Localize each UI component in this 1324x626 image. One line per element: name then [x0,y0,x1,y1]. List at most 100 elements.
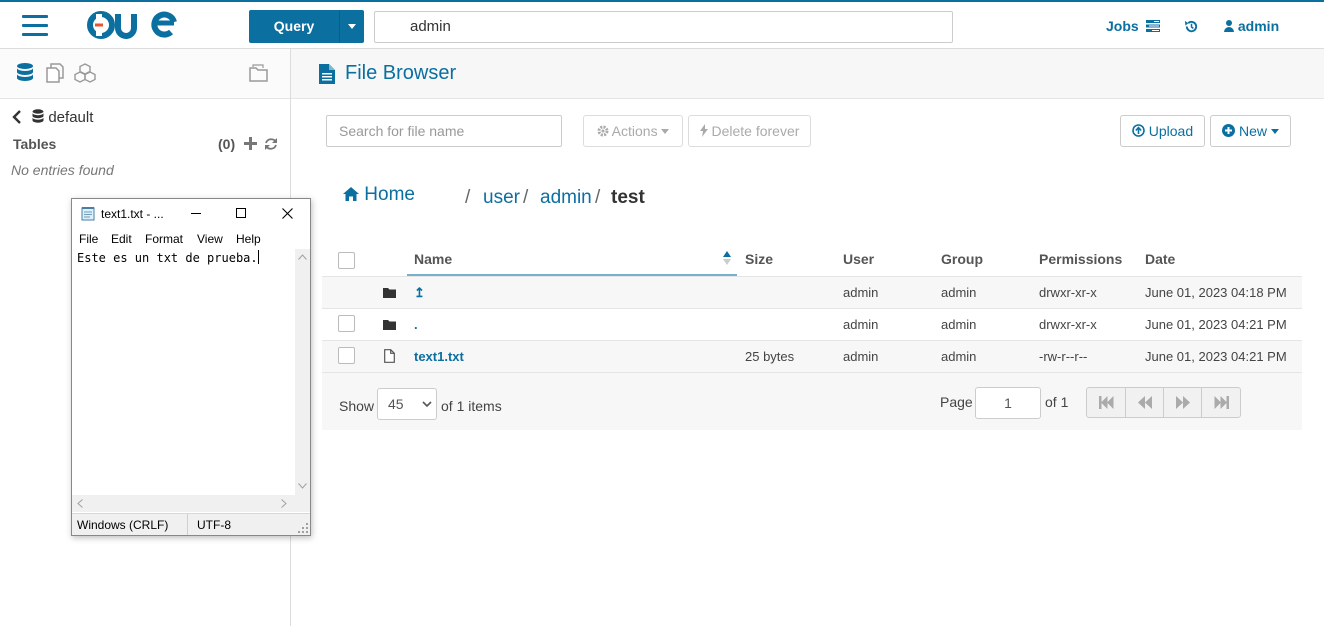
backward-icon [1138,396,1152,409]
add-icon[interactable] [244,137,257,150]
previous-page-button[interactable] [1126,388,1164,417]
no-entries-text: No entries found [11,162,114,178]
close-icon[interactable] [282,208,293,219]
breadcrumb-home[interactable]: Home [343,184,415,206]
hamburger-menu-icon[interactable] [22,15,48,36]
file-date: June 01, 2023 04:18 PM [1145,285,1287,300]
user-icon [1224,20,1234,32]
top-search-input[interactable]: admin [374,11,953,43]
tables-heading: Tables [13,136,57,152]
new-button[interactable]: New [1210,115,1291,147]
query-dropdown-toggle[interactable] [339,10,364,43]
column-name[interactable]: Name [414,251,452,267]
page-size-value: 45 [388,396,404,412]
minimize-icon[interactable] [191,213,201,215]
maximize-icon[interactable] [236,208,246,218]
menu-help[interactable]: Help [236,232,261,246]
delete-forever-button[interactable]: Delete forever [688,115,811,147]
user-name: admin [1237,18,1280,34]
resize-grip-icon[interactable] [298,523,308,533]
notepad-menubar: File Edit Format View Help [72,229,310,249]
database-name: default [48,109,94,126]
actions-button[interactable]: Actions [583,115,683,147]
show-label: Show [339,398,375,414]
menu-view[interactable]: View [197,232,223,246]
last-page-button[interactable] [1202,388,1240,417]
column-user[interactable]: User [843,251,874,267]
query-button[interactable]: Query [249,10,364,43]
page-size-select[interactable]: 45 [377,388,437,420]
file-table-header: Name Size User Group Permissions Date [322,244,1302,276]
menu-format[interactable]: Format [145,232,183,246]
actions-label: Actions [611,123,658,139]
file-name-link[interactable]: text1.txt [414,349,464,364]
file-user: admin [843,317,879,332]
file-permissions: -rw-r--r-- [1039,349,1088,364]
file-text-icon [319,64,335,84]
notepad-titlebar[interactable]: text1.txt - ... [72,199,310,229]
column-group[interactable]: Group [941,251,983,267]
upload-label: Upload [1148,123,1194,139]
vertical-scrollbar[interactable] [295,249,310,495]
notepad-text-area[interactable]: Este es un txt de prueba. [72,249,295,495]
chevron-left-icon[interactable] [12,110,22,124]
file-name-link[interactable]: . [414,317,418,332]
next-page-button[interactable] [1164,388,1202,417]
scroll-right-icon[interactable] [281,499,287,508]
scroll-left-icon[interactable] [77,499,83,508]
menu-file[interactable]: File [79,232,98,246]
file-date: June 01, 2023 04:21 PM [1145,317,1287,332]
table-row[interactable]: text1.txt 25 bytes admin admin -rw-r--r-… [322,340,1302,372]
file-search-input[interactable]: Search for file name [326,115,562,147]
folder-open-icon[interactable] [248,62,270,84]
notepad-window[interactable]: text1.txt - ... File Edit Format View He… [71,198,311,536]
folder-icon [383,320,396,330]
row-checkbox[interactable] [338,347,355,364]
menu-edit[interactable]: Edit [111,232,132,246]
file-permissions: drwxr-xr-x [1039,317,1097,332]
tasks-icon[interactable] [1146,20,1160,32]
breadcrumb-separator: / [595,187,601,208]
table-row[interactable]: ↥ admin admin drwxr-xr-x June 01, 2023 0… [322,276,1302,308]
status-divider [187,514,188,535]
gear-icon [597,125,609,137]
top-navbar: Query admin Jobs admin [0,0,1324,49]
file-group: admin [941,285,977,300]
page-number-input[interactable]: 1 [975,387,1041,419]
file-size: 25 bytes [745,349,795,364]
jobs-link[interactable]: Jobs [1106,18,1139,34]
breadcrumb-admin[interactable]: admin [540,187,592,209]
sort-icon[interactable] [722,250,732,266]
database-icon[interactable] [14,62,36,84]
database-small-icon [32,109,44,123]
history-icon[interactable] [1184,19,1199,34]
arrow-circle-up-icon [1132,124,1145,137]
page-title: File Browser [345,62,457,84]
row-checkbox[interactable] [338,315,355,332]
cubes-icon[interactable] [74,62,96,84]
items-count: of 1 items [441,398,502,414]
refresh-icon[interactable] [264,137,278,151]
file-user: admin [843,349,879,364]
first-page-button[interactable] [1087,388,1126,417]
horizontal-scrollbar[interactable] [72,495,310,512]
breadcrumb-user[interactable]: user [483,187,520,209]
scroll-down-icon[interactable] [298,483,307,489]
upload-button[interactable]: Upload [1120,115,1205,147]
notepad-icon [81,207,95,221]
column-size[interactable]: Size [745,251,773,267]
select-all-checkbox[interactable] [338,252,355,269]
hue-logo[interactable] [82,8,182,42]
user-menu[interactable]: admin [1224,18,1279,34]
column-date[interactable]: Date [1145,251,1175,267]
delete-forever-label: Delete forever [711,123,800,139]
scroll-up-icon[interactable] [298,254,307,260]
file-name-link[interactable]: ↥ [414,285,425,301]
notepad-title: text1.txt - ... [101,207,164,221]
table-row[interactable]: . admin admin drwxr-xr-x June 01, 2023 0… [322,308,1302,340]
database-selector[interactable]: default [12,109,93,126]
pager-buttons [1086,387,1241,418]
column-permissions[interactable]: Permissions [1039,251,1122,267]
documents-icon[interactable] [44,62,66,84]
breadcrumb-home-label: Home [364,184,415,205]
